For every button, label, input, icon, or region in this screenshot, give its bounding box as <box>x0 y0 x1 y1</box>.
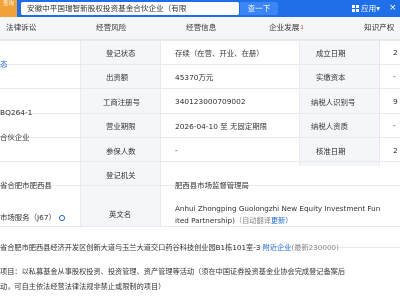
left-company-type: 合伙企业 <box>0 133 30 142</box>
tab-ip[interactable]: 知识产权 <box>364 17 394 39</box>
english-name-line2: ited Partnership) <box>175 216 235 225</box>
label-insured: 参保人数 <box>106 147 136 156</box>
label-tax-id: 纳税人识别号 <box>311 98 356 107</box>
industry-text: 市场服务（J67） <box>0 213 56 222</box>
apps-menu[interactable]: 应用▾ <box>352 0 380 17</box>
left-reg-code: BQ264-1 <box>0 108 33 117</box>
tab-label: 企业发展 <box>269 23 300 32</box>
value-tax-id: 9 <box>393 97 398 106</box>
label-reg-number: 工商注册号 <box>103 98 140 107</box>
grid-icon <box>352 5 359 12</box>
query-badge: 查询 <box>0 0 17 17</box>
search-button[interactable]: 查一下 <box>240 2 278 15</box>
value-status: 存续（在营、开业、在册） <box>175 49 264 58</box>
scope-line-1: 项目：以私募基金从事股权投资、投资管理、资产管理等活动（须在中国证券投资基金业协… <box>0 267 346 276</box>
left-industry: 市场服务（J67） <box>0 212 65 223</box>
tab-label: 经营信息 <box>186 23 217 32</box>
value-approved: 2 <box>393 146 398 155</box>
value-capital: 45370万元 <box>175 73 214 82</box>
address-text: 省合肥市肥西县经济开发区创新大道与玉兰大道交口药谷科技创业园B1栋101室-3 <box>0 243 261 252</box>
value-paid-capital: - <box>393 72 396 81</box>
chevron-down-icon: ▾ <box>376 4 380 13</box>
label-tax-qualification: 纳税人资质 <box>311 122 348 131</box>
update-link[interactable]: 更新） <box>271 216 293 225</box>
value-founded: 2 <box>393 48 398 57</box>
search-input[interactable]: 安徽中平国瑞智新股权投资基金合伙企业（有限 <box>21 2 239 15</box>
label-column <box>80 40 160 226</box>
value-tax-qualification: - <box>393 121 396 130</box>
value-insured: - <box>175 146 178 155</box>
value-term: 2026-04-10 至 无固定期限 <box>175 122 267 131</box>
apps-label: 应用 <box>361 4 377 13</box>
tab-legal[interactable]: 法律诉讼 <box>6 17 36 39</box>
english-name-cont: ited Partnership)（自动翻译更新） <box>175 216 292 226</box>
value-english-name: Anhui Zhongping Guolongzhi New Equity In… <box>175 204 381 213</box>
tab-label: 法律诉讼 <box>6 23 37 32</box>
top-bar: 查询 安徽中平国瑞智新股权投资基金合伙企业（有限 查一下 应用▾ × <box>0 0 400 17</box>
label-status: 登记状态 <box>106 49 136 58</box>
tab-label: 经营风险 <box>96 23 127 32</box>
label-paid-capital: 实缴资本 <box>316 73 346 82</box>
label-authority: 登记机关 <box>106 171 136 180</box>
tab-risk[interactable]: 经营风险 <box>96 17 126 39</box>
left-region: 省合肥市肥西县 <box>0 181 52 190</box>
value-reg-number: 340123000709002 <box>175 97 246 106</box>
tab-development[interactable]: 企业发展1 <box>269 17 304 39</box>
info-icon <box>58 215 65 221</box>
tab-bar: 法律诉讼 经营风险 经营信息 企业发展1 知识产权 <box>0 17 400 40</box>
tab-count: 1 <box>300 25 304 31</box>
tab-info[interactable]: 经营信息 <box>186 17 216 39</box>
nearby-link[interactable]: 附近企业 <box>263 243 292 252</box>
nearby-count: (最新230000) <box>291 243 339 252</box>
label-english-name: 英文名 <box>109 210 132 219</box>
label-approved: 核准日期 <box>316 147 346 156</box>
label-founded: 成立日期 <box>316 49 346 58</box>
tab-label: 知识产权 <box>364 23 395 32</box>
address-value: 省合肥市肥西县经济开发区创新大道与玉兰大道交口药谷科技创业园B1栋101室-3 … <box>0 243 339 253</box>
left-status: 态 <box>0 60 8 69</box>
value-authority: 肥西县市场监督管理局 <box>175 181 249 190</box>
auto-translate-label: （自动翻译 <box>234 216 271 225</box>
label-capital: 出资额 <box>106 73 129 82</box>
close-icon[interactable]: × <box>389 0 397 17</box>
scope-line-2: 动，可自主依法经营法律法规非禁止或限制的项目） <box>0 282 166 291</box>
label-term: 营业期限 <box>106 122 136 131</box>
